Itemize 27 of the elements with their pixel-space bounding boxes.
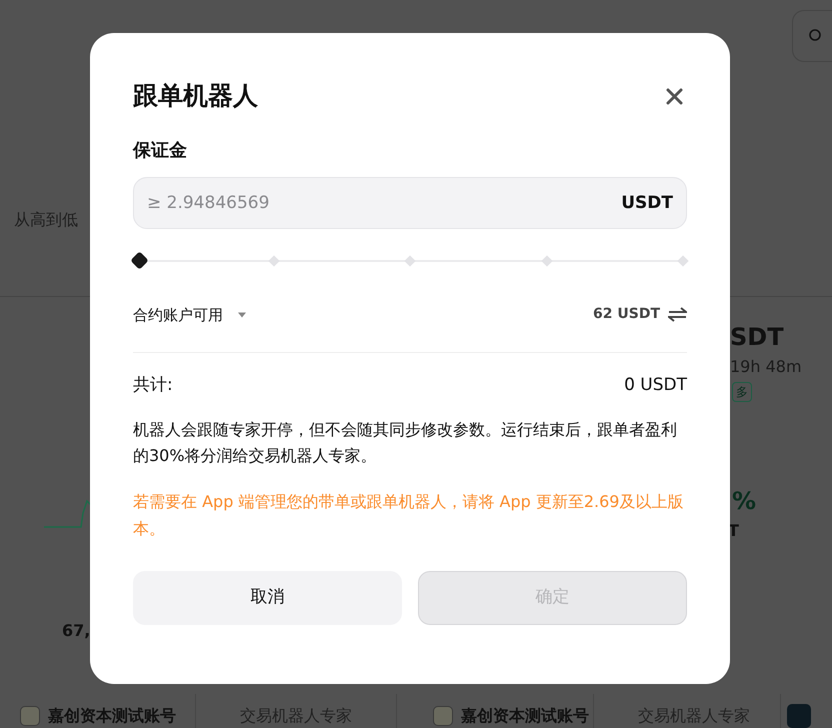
search-icon [809,29,823,43]
caret-icon [237,312,247,318]
balance-text: 62 USDT [593,305,660,324]
slider-tick-icon [677,254,689,266]
account-name[interactable]: 嘉创资本测试账号 [461,704,589,728]
account-dropdown[interactable]: 合约账户可用 [133,304,247,326]
roi-text: % [732,486,758,517]
search-field[interactable] [792,10,832,62]
pair-text: SDT [730,322,785,353]
value-text: 67, [62,620,92,642]
avatar-icon [20,706,40,726]
dialog-title: 跟单机器人 [133,80,258,112]
unit-text: USDT [621,192,673,214]
account-name[interactable]: 嘉创资本测试账号 [48,704,176,728]
direction-tag: 多 [732,382,752,402]
duration-text: 19h 48m [730,356,803,378]
slider-tick-icon [404,254,416,266]
info-paragraph: 机器人会跟随专家开停，但不会随其同步修改参数。运行结束后，跟单者盈利的30%将分润给交易机器人专家。 [133,418,678,467]
cancel-button[interactable]: 取消 [133,571,402,626]
avatar-icon [433,706,453,726]
margin-label: 保证金 [133,138,188,162]
total-value: 0 USDT [624,374,687,397]
warning-paragraph: 若需要在 App 端管理您的带单或跟单机器人，请将 App 更新至2.69及以上版本。 [133,491,684,540]
logo-icon [787,704,811,728]
close-icon [666,88,683,105]
total-label: 共计: [133,374,173,397]
swap-icon[interactable] [668,307,687,322]
